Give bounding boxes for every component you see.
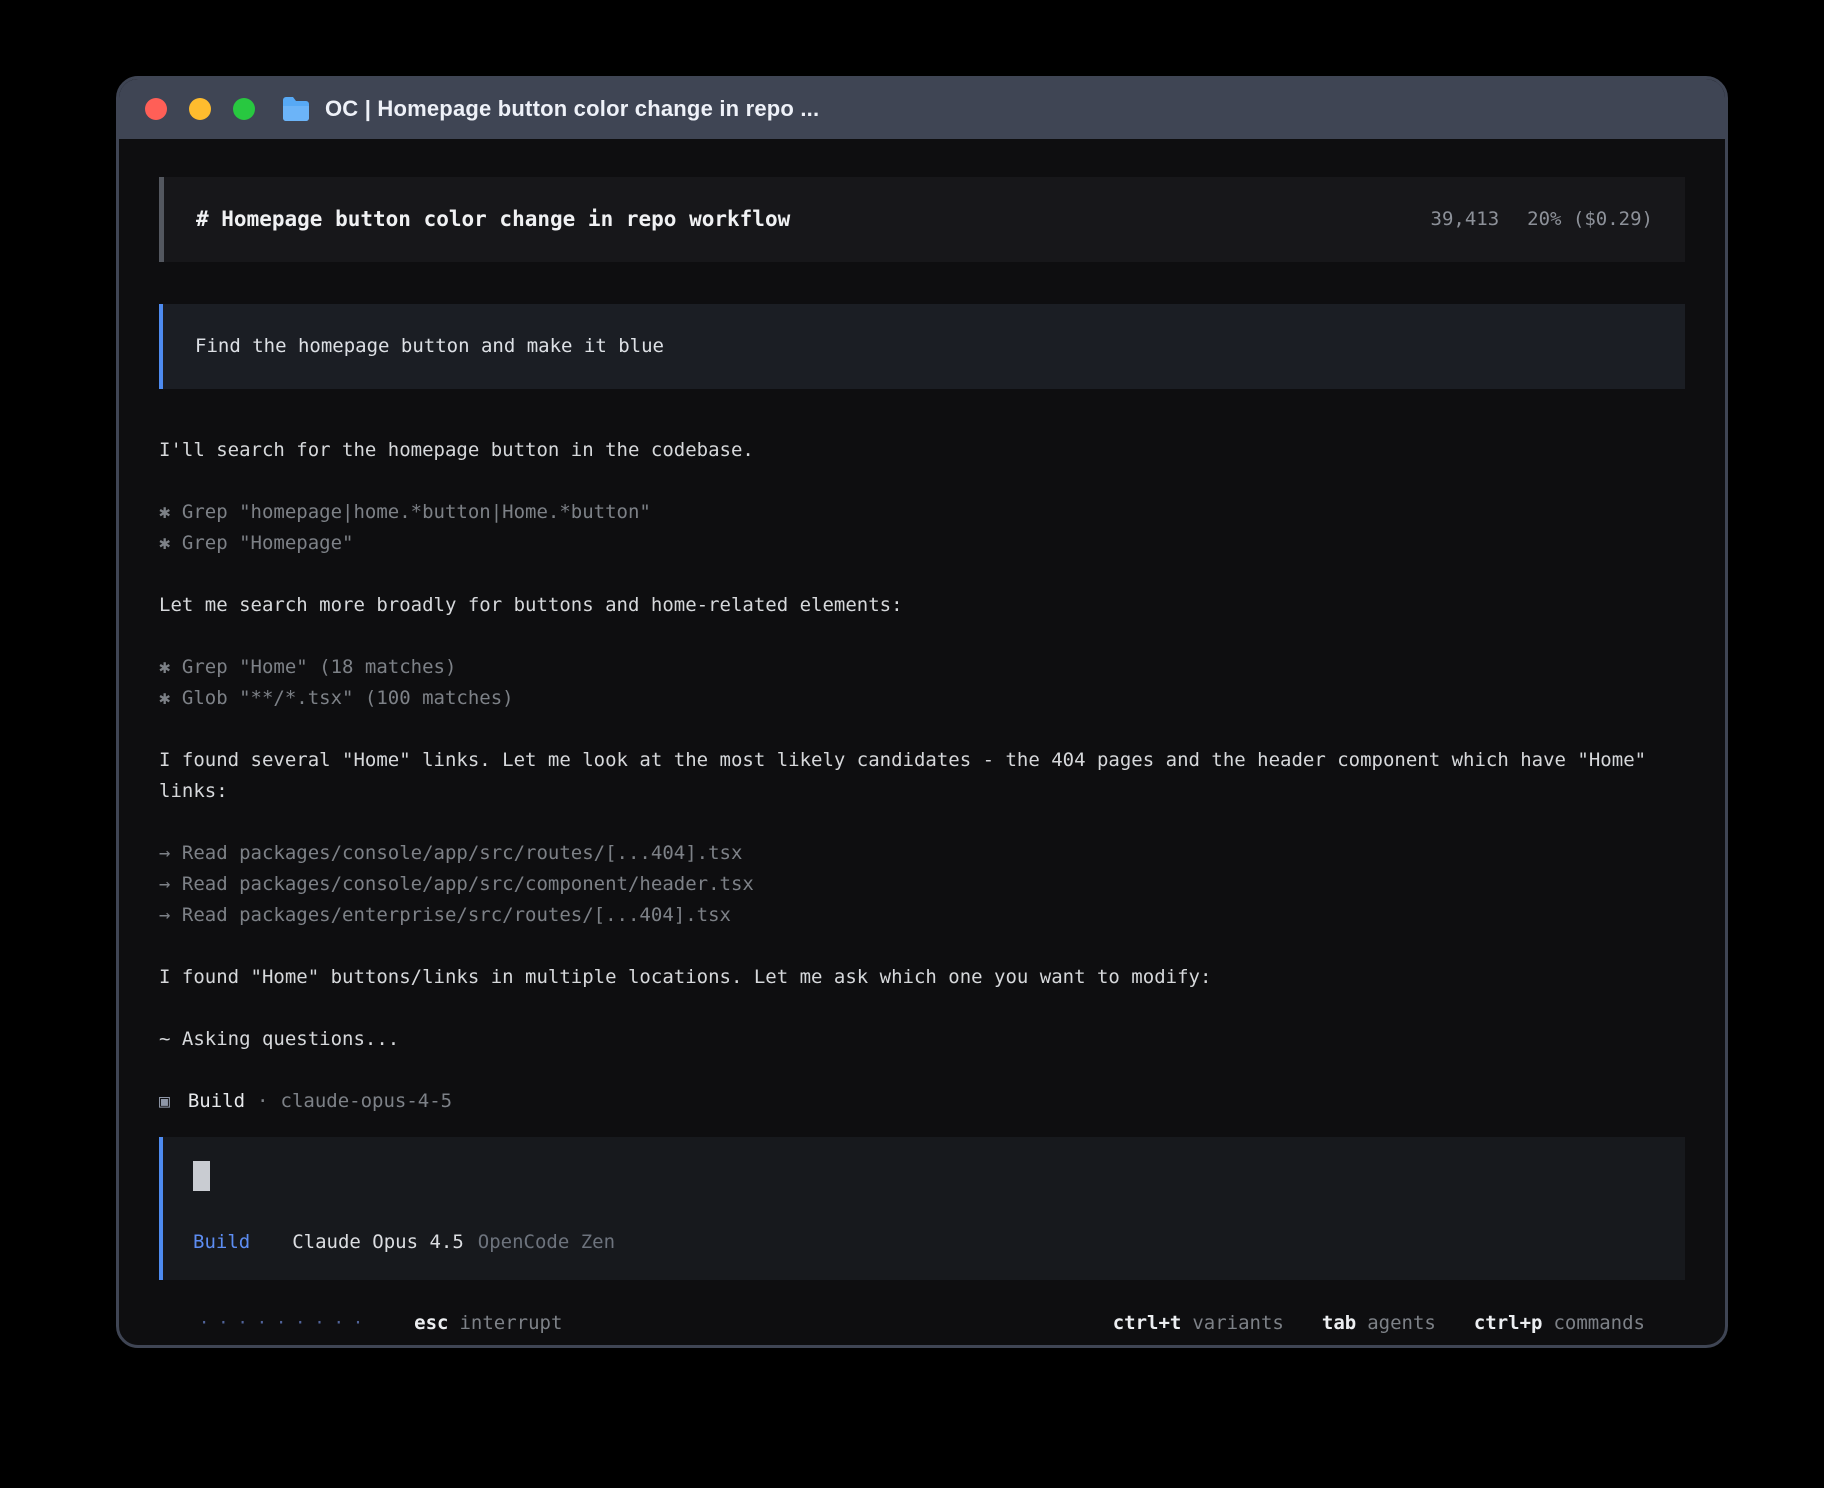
key-esc-label: interrupt: [459, 1308, 562, 1339]
agent-icon: ▣: [159, 1086, 170, 1117]
key-ctrl-t-label: variants: [1192, 1308, 1284, 1339]
assistant-text: Let me search more broadly for buttons a…: [159, 590, 1685, 621]
traffic-lights: [145, 98, 255, 120]
key-tab: tab: [1322, 1308, 1356, 1339]
folder-icon: [281, 97, 311, 121]
agent-row: ▣ Build · claude-opus-4-5: [159, 1086, 1685, 1117]
agent-model: claude-opus-4-5: [281, 1086, 453, 1117]
key-esc: esc: [414, 1308, 448, 1339]
file-read: → Read packages/console/app/src/routes/[…: [159, 838, 1685, 869]
statusbar-left: ········· esc interrupt: [199, 1308, 562, 1339]
agent-separator: ·: [257, 1086, 268, 1117]
key-ctrl-p: ctrl+p: [1474, 1308, 1543, 1339]
file-read-group: → Read packages/console/app/src/routes/[…: [159, 838, 1685, 931]
session-content: # Homepage button color change in repo w…: [119, 139, 1725, 1348]
close-button[interactable]: [145, 98, 167, 120]
shortcut-interrupt: esc interrupt: [414, 1308, 562, 1339]
input-meta: Build Claude Opus 4.5 OpenCode Zen: [193, 1227, 1655, 1258]
tool-call: ✱ Grep "Home" (18 matches): [159, 652, 1685, 683]
tool-call-group: ✱ Grep "Home" (18 matches) ✱ Glob "**/*.…: [159, 652, 1685, 714]
user-message: Find the homepage button and make it blu…: [159, 304, 1685, 389]
tool-call-group: ✱ Grep "homepage|home.*button|Home.*butt…: [159, 497, 1685, 559]
statusbar-right: ctrl+t variants tab agents ctrl+p comman…: [1113, 1308, 1645, 1339]
token-count: 39,413: [1431, 208, 1500, 230]
context-usage: 20% ($0.29): [1527, 208, 1653, 230]
session-header: # Homepage button color change in repo w…: [159, 177, 1685, 262]
provider-label: OpenCode Zen: [478, 1227, 615, 1258]
file-read: → Read packages/enterprise/src/routes/[.…: [159, 900, 1685, 931]
key-ctrl-p-label: commands: [1553, 1308, 1645, 1339]
statusbar: ········· esc interrupt ctrl+t variants …: [159, 1280, 1685, 1348]
model-label: Claude Opus 4.5: [292, 1227, 464, 1258]
file-read: → Read packages/console/app/src/componen…: [159, 869, 1685, 900]
zoom-button[interactable]: [233, 98, 255, 120]
session-title: # Homepage button color change in repo w…: [196, 204, 790, 235]
assistant-text: I'll search for the homepage button in t…: [159, 435, 1685, 466]
tool-call: ✱ Glob "**/*.tsx" (100 matches): [159, 683, 1685, 714]
shortcut-commands: ctrl+p commands: [1474, 1308, 1645, 1339]
asking-status: ~ Asking questions...: [159, 1024, 1685, 1055]
prompt-input[interactable]: Build Claude Opus 4.5 OpenCode Zen: [159, 1137, 1685, 1280]
shortcut-variants: ctrl+t variants: [1113, 1308, 1284, 1339]
tool-call: ✱ Grep "Homepage": [159, 528, 1685, 559]
shortcut-agents: tab agents: [1322, 1308, 1436, 1339]
titlebar: OC | Homepage button color change in rep…: [119, 79, 1725, 139]
terminal-window: OC | Homepage button color change in rep…: [116, 76, 1728, 1348]
key-tab-label: agents: [1367, 1308, 1436, 1339]
text-cursor: [193, 1161, 210, 1191]
session-stats: 39,413 20% ($0.29): [1431, 204, 1653, 235]
assistant-text: I found several "Home" links. Let me loo…: [159, 745, 1685, 807]
tool-call: ✱ Grep "homepage|home.*button|Home.*butt…: [159, 497, 1685, 528]
window-title: OC | Homepage button color change in rep…: [325, 96, 819, 122]
key-ctrl-t: ctrl+t: [1113, 1308, 1182, 1339]
minimize-button[interactable]: [189, 98, 211, 120]
assistant-text: I found "Home" buttons/links in multiple…: [159, 962, 1685, 993]
spinner-dots: ·········: [199, 1308, 372, 1339]
mode-label: Build: [193, 1227, 250, 1258]
agent-name: Build: [188, 1086, 245, 1117]
